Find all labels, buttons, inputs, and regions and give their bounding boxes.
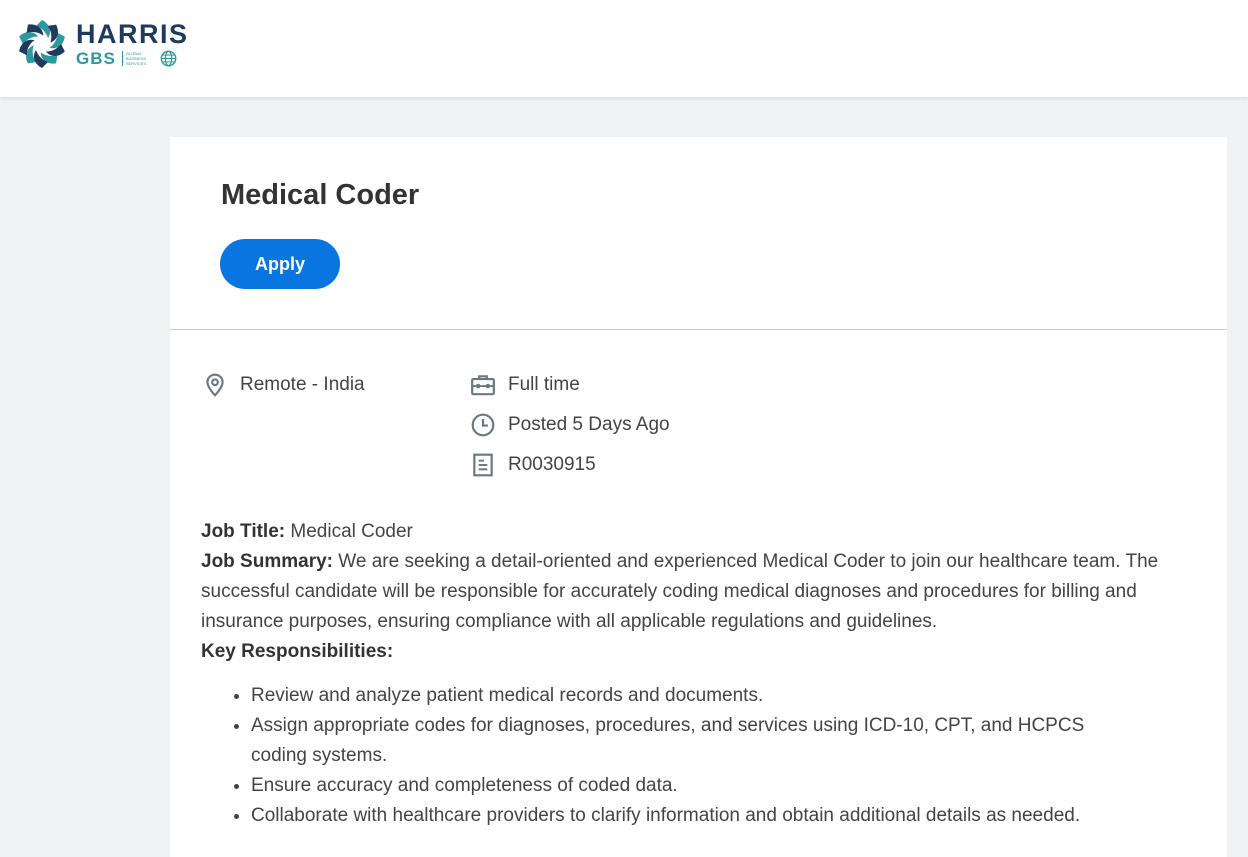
job-location: Remote - India — [202, 372, 365, 398]
logo-gbs-text: GBS — [76, 49, 116, 68]
apply-button[interactable]: Apply — [220, 239, 340, 289]
job-summary: Job Summary: We are seeking a detail-ori… — [201, 551, 1159, 632]
job-requisition-id: R0030915 — [470, 452, 596, 478]
time-type-text: Full time — [508, 374, 580, 395]
location-pin-icon — [206, 373, 224, 397]
list-item: Ensure accuracy and completeness of code… — [251, 771, 1201, 801]
job-title-line: Job Title: Medical Coder — [201, 521, 413, 542]
list-item: Assign appropriate codes for diagnoses, … — [251, 711, 1201, 771]
responsibilities-list: Review and analyze patient medical recor… — [201, 681, 1201, 831]
globe-icon — [160, 50, 177, 67]
responsibilities-heading: Key Responsibilities: — [201, 641, 394, 662]
posted-text: Posted 5 Days Ago — [508, 414, 670, 435]
job-time-type: Full time — [470, 372, 580, 398]
location-text: Remote - India — [240, 374, 365, 395]
job-posted-date: Posted 5 Days Ago — [470, 412, 670, 438]
divider — [170, 329, 1227, 330]
document-icon — [473, 453, 493, 477]
clock-icon — [471, 413, 495, 437]
job-description: Job Title: Medical Coder Job Summary: We… — [201, 517, 1201, 831]
list-item: Collaborate with healthcare providers to… — [251, 801, 1201, 831]
harris-gbs-logo[interactable]: HARRIS GBS GLOBAL BUSINESS SERVICES — [16, 18, 189, 70]
requisition-id-text: R0030915 — [508, 454, 596, 475]
list-item: Review and analyze patient medical recor… — [251, 681, 1201, 711]
logo-harris-text: HARRIS — [76, 19, 189, 49]
logo-swirl-icon — [19, 20, 65, 68]
job-title: Medical Coder — [221, 179, 420, 211]
logo-small-text: GLOBAL BUSINESS SERVICES — [121, 51, 156, 66]
top-header: HARRIS GBS GLOBAL BUSINESS SERVICES — [0, 0, 1248, 97]
briefcase-icon — [471, 375, 495, 396]
job-posting-card: Medical Coder Apply Remote - India Full … — [170, 137, 1227, 857]
